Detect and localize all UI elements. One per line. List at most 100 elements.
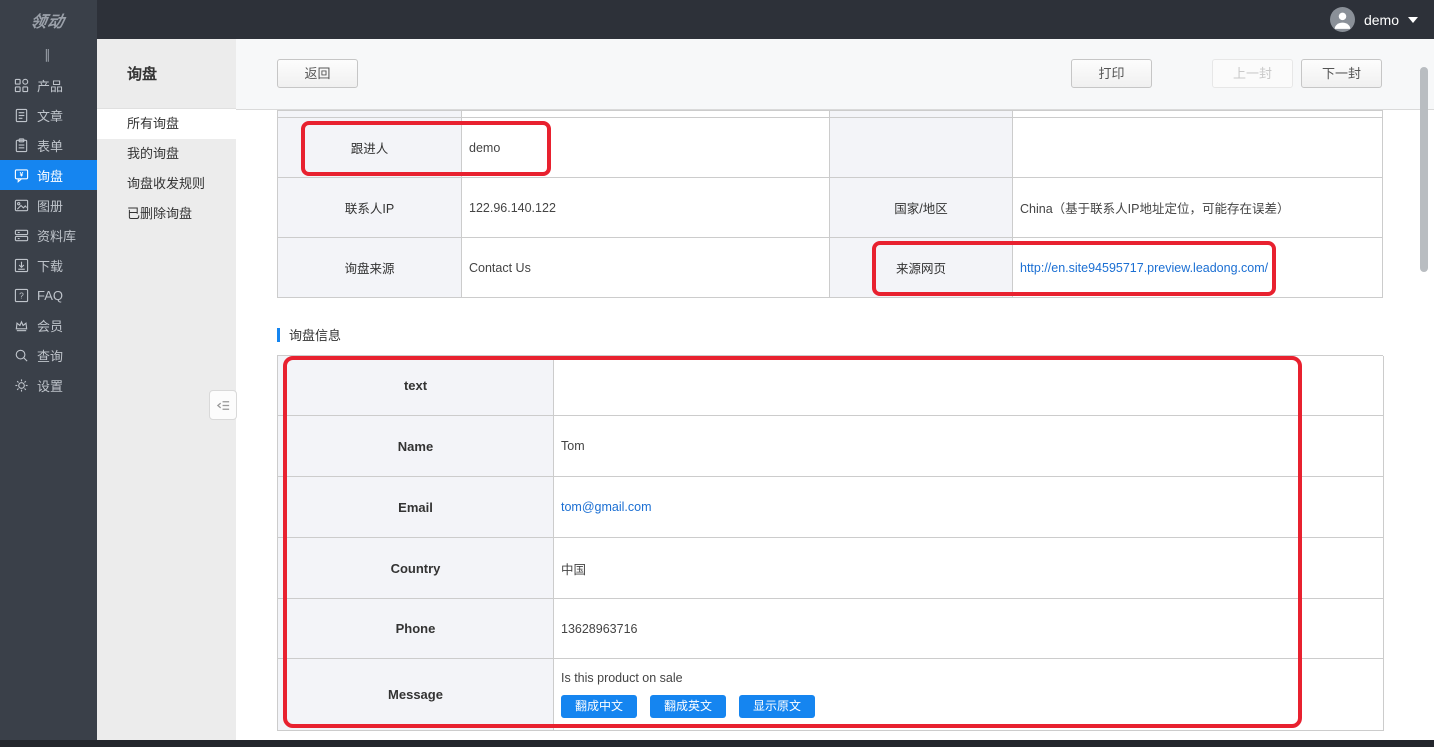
user-menu[interactable]: demo (1330, 0, 1418, 39)
phone-value: 13628963716 (554, 599, 1384, 659)
inquiry-info-section-header: 询盘信息 (277, 325, 341, 344)
sidebar-item-label: 表单 (37, 136, 63, 155)
main-panel: 返回 打印 上一封 下一封 跟进人 demo 联系人IP 122.96.140.… (236, 39, 1434, 740)
top-bar: 领动 demo (0, 0, 1434, 39)
form-icon (14, 138, 29, 153)
download-icon (14, 258, 29, 273)
sidebar-collapse-icon[interactable]: ∥ (0, 39, 97, 70)
table-cell (462, 111, 830, 118)
country-region-label: 国家/地区 (830, 178, 1013, 238)
submenu-collapse-button[interactable] (209, 390, 237, 420)
section-title-text: 询盘信息 (289, 325, 341, 344)
sidebar-item-faq[interactable]: ? FAQ (0, 280, 97, 310)
country-value: 中国 (554, 538, 1384, 599)
sidebar-item-label: 设置 (37, 376, 63, 395)
user-name: demo (1364, 12, 1399, 28)
sidebar-item-label: 下载 (37, 256, 63, 275)
sidebar-item-products[interactable]: 产品 (0, 70, 97, 100)
logo-block: 领动 (0, 0, 97, 39)
grid-icon (14, 78, 29, 93)
translate-to-chinese-button[interactable]: 翻成中文 (561, 695, 637, 718)
sidebar-item-label: 产品 (37, 76, 63, 95)
sidebar-item-members[interactable]: 会员 (0, 310, 97, 340)
contact-ip-label: 联系人IP (278, 178, 462, 238)
sidebar-item-inquiries[interactable]: ¥ 询盘 (0, 160, 97, 190)
sidebar-item-label: FAQ (37, 288, 63, 303)
submenu-item-inquiry-rules[interactable]: 询盘收发规则 (97, 169, 236, 199)
sidebar-item-library[interactable]: 资料库 (0, 220, 97, 250)
empty-label (830, 118, 1013, 178)
sidebar-item-label: 查询 (37, 346, 63, 365)
sidebar-item-label: 询盘 (37, 166, 63, 185)
message-label: Message (278, 659, 554, 731)
source-page-label: 来源网页 (830, 238, 1013, 298)
sidebar-item-label: 资料库 (37, 226, 76, 245)
collapse-panel-icon (216, 398, 231, 413)
translate-buttons: 翻成中文 翻成英文 显示原文 (561, 695, 815, 718)
name-value: Tom (554, 416, 1384, 477)
sidebar-item-settings[interactable]: 设置 (0, 370, 97, 400)
show-original-button[interactable]: 显示原文 (739, 695, 815, 718)
table-cell (830, 111, 1013, 118)
empty-value (1013, 118, 1383, 178)
name-label: Name (278, 416, 554, 477)
back-button[interactable]: 返回 (277, 59, 358, 88)
gear-icon (14, 378, 29, 393)
search-icon (14, 348, 29, 363)
sidebar-item-articles[interactable]: 文章 (0, 100, 97, 130)
message-cell: Is this product on sale 翻成中文 翻成英文 显示原文 (554, 659, 1384, 731)
detail-content: 跟进人 demo 联系人IP 122.96.140.122 国家/地区 Chin… (236, 110, 1434, 740)
email-label: Email (278, 477, 554, 538)
sidebar-item-label: 文章 (37, 106, 63, 125)
vertical-scrollbar-thumb[interactable] (1420, 67, 1428, 272)
contact-info-table: 跟进人 demo 联系人IP 122.96.140.122 国家/地区 Chin… (277, 110, 1383, 298)
chevron-down-icon (1408, 17, 1418, 23)
sidebar-item-search[interactable]: 查询 (0, 340, 97, 370)
country-region-value: China（基于联系人IP地址定位，可能存在误差） (1013, 178, 1383, 238)
sidebar-item-label: 会员 (37, 316, 63, 335)
next-mail-button[interactable]: 下一封 (1301, 59, 1382, 88)
source-page-link[interactable]: http://en.site94595717.preview.leadong.c… (1020, 261, 1268, 275)
print-button[interactable]: 打印 (1071, 59, 1152, 88)
follower-value: demo (462, 118, 830, 178)
svg-text:?: ? (19, 290, 24, 300)
text-label: text (278, 356, 554, 416)
svg-text:¥: ¥ (20, 171, 24, 178)
email-link[interactable]: tom@gmail.com (561, 500, 652, 514)
sidebar-item-albums[interactable]: 图册 (0, 190, 97, 220)
previous-mail-button[interactable]: 上一封 (1212, 59, 1293, 88)
avatar (1330, 7, 1355, 32)
sidebar-item-downloads[interactable]: 下载 (0, 250, 97, 280)
submenu-item-deleted-inquiries[interactable]: 已删除询盘 (97, 199, 236, 229)
phone-label: Phone (278, 599, 554, 659)
article-icon (14, 108, 29, 123)
submenu-title: 询盘 (97, 39, 236, 109)
inquiry-icon: ¥ (14, 168, 29, 183)
text-value (554, 356, 1384, 416)
sidebar-item-label: 图册 (37, 196, 63, 215)
member-icon (14, 318, 29, 333)
contact-ip-value: 122.96.140.122 (462, 178, 830, 238)
table-cell (278, 111, 462, 118)
country-label: Country (278, 538, 554, 599)
detail-toolbar: 返回 打印 上一封 下一封 (236, 39, 1434, 110)
main-sidebar: ∥ 产品 文章 表单 ¥ 询盘 图册 资料库 下载 ? FAQ 会员 查询 设 (0, 39, 97, 740)
submenu-item-my-inquiries[interactable]: 我的询盘 (97, 139, 236, 169)
follower-label: 跟进人 (278, 118, 462, 178)
inquiry-source-value: Contact Us (462, 238, 830, 298)
library-icon (14, 228, 29, 243)
table-cell (1013, 111, 1383, 118)
source-page-cell: http://en.site94595717.preview.leadong.c… (1013, 238, 1383, 298)
inquiry-info-table: text Name Tom Email tom@gmail.com Countr… (277, 355, 1383, 731)
sidebar-item-forms[interactable]: 表单 (0, 130, 97, 160)
faq-icon: ? (14, 288, 29, 303)
leadong-logo: 领动 (29, 8, 67, 32)
submenu-item-all-inquiries[interactable]: 所有询盘 (97, 109, 236, 139)
message-text: Is this product on sale (561, 671, 683, 685)
translate-to-english-button[interactable]: 翻成英文 (650, 695, 726, 718)
album-icon (14, 198, 29, 213)
window-bottom-edge (0, 740, 1434, 747)
accent-bar (277, 328, 280, 342)
inquiry-source-label: 询盘来源 (278, 238, 462, 298)
email-cell: tom@gmail.com (554, 477, 1384, 538)
